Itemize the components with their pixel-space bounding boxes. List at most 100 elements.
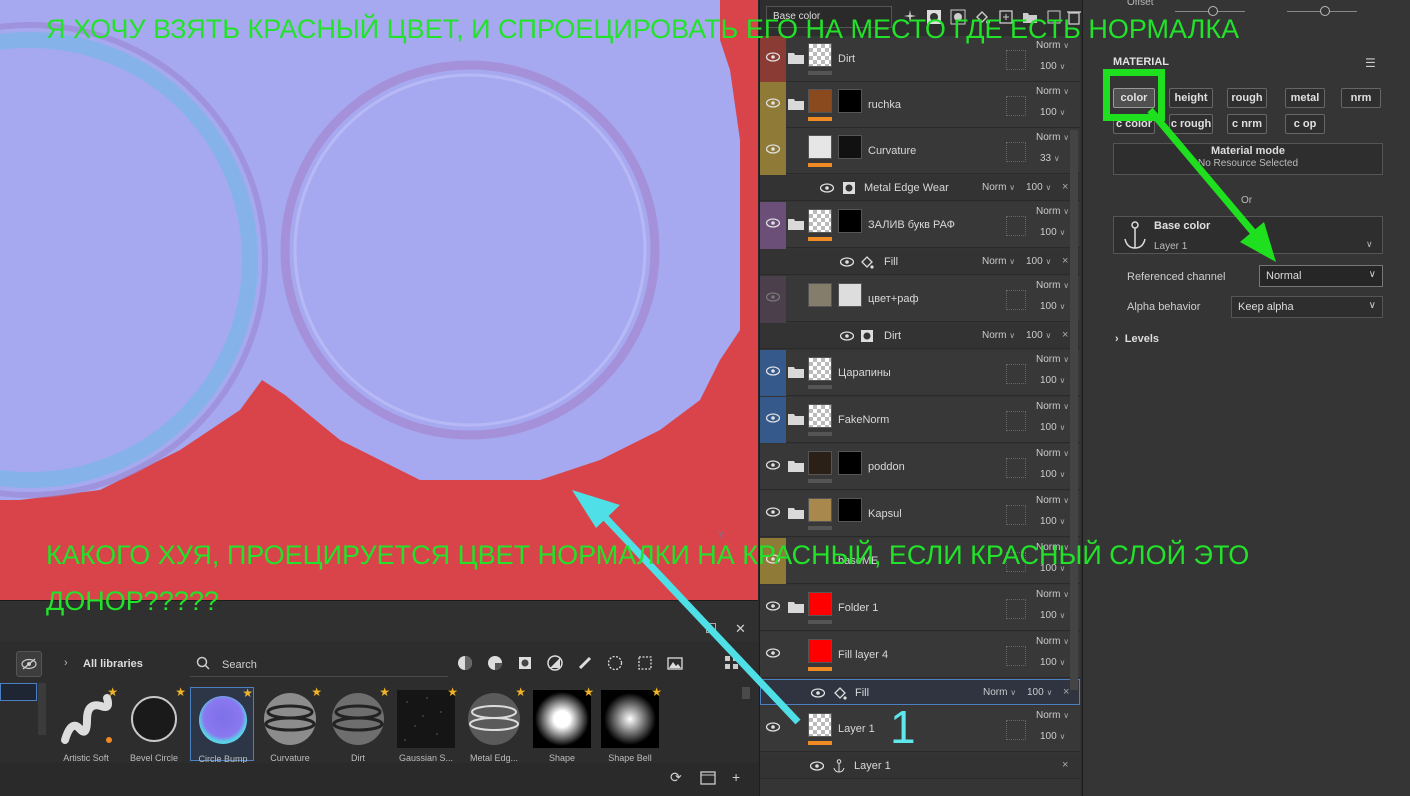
folder-icon[interactable] <box>788 460 804 472</box>
mask-slot[interactable] <box>1006 599 1026 619</box>
mask-slot[interactable] <box>1006 142 1026 162</box>
blend-mode[interactable]: Norm ∨ <box>983 687 1016 698</box>
3d-viewport[interactable]: Y <box>0 0 758 600</box>
effect-row[interactable]: Fill Norm ∨ 100 ∨ × <box>760 249 1080 275</box>
blend-mode[interactable]: Norm ∨ <box>982 182 1015 193</box>
eye-icon[interactable] <box>765 722 781 732</box>
layer-opacity[interactable]: 100 ∨ <box>1040 610 1065 621</box>
eye-icon[interactable] <box>809 761 825 771</box>
resource-thumbnail[interactable]: ★ Bevel Circle <box>122 685 186 763</box>
layer-row[interactable]: FakeNorm Norm ∨ 100 ∨ <box>760 397 1080 443</box>
resource-thumbnail[interactable]: ★ Shape <box>530 685 594 763</box>
eye-icon[interactable] <box>810 688 826 698</box>
layer-name[interactable]: цвет+раф <box>868 293 919 305</box>
layer-row[interactable]: Kapsul Norm ∨ 100 ∨ <box>760 491 1080 537</box>
layer-opacity[interactable]: 100 ∨ <box>1040 375 1065 386</box>
effect-name[interactable]: Fill <box>884 256 898 268</box>
material-filter-icon[interactable] <box>457 655 473 671</box>
smart-material-filter-icon[interactable] <box>487 655 503 671</box>
resource-thumbnail[interactable]: ★ Gaussian S... <box>394 685 458 763</box>
close-icon[interactable]: × <box>1062 255 1068 267</box>
layer-opacity[interactable]: 100 ∨ <box>1040 469 1065 480</box>
eye-icon[interactable] <box>765 218 781 228</box>
layer-opacity[interactable]: 100 ∨ <box>1040 227 1065 238</box>
blend-mode[interactable]: Norm ∨ <box>1036 589 1069 600</box>
referenced-channel-dropdown[interactable]: Normal ∨ <box>1259 265 1383 287</box>
effect-opacity[interactable]: 100 ∨ <box>1026 256 1051 267</box>
resource-thumbnail[interactable]: ★ Dirt <box>326 685 390 763</box>
layer-name[interactable]: poddon <box>868 461 905 473</box>
layer-name[interactable]: Kapsul <box>868 508 902 520</box>
resource-thumbnail[interactable]: ★ Curvature <box>258 685 322 763</box>
blend-mode[interactable]: Norm ∨ <box>1036 636 1069 647</box>
eye-icon[interactable] <box>839 257 855 267</box>
effect-row[interactable]: Metal Edge Wear Norm ∨ 100 ∨ × <box>760 175 1080 201</box>
smart-mask-filter-icon[interactable] <box>517 655 533 671</box>
texture-filter-icon[interactable] <box>637 655 653 671</box>
folder-icon[interactable] <box>788 98 804 110</box>
mask-slot[interactable] <box>1006 646 1026 666</box>
layer-opacity[interactable]: 100 ∨ <box>1040 61 1065 72</box>
eye-icon[interactable] <box>765 601 781 611</box>
eye-icon[interactable] <box>765 144 781 154</box>
eye-icon[interactable] <box>765 52 781 62</box>
eye-icon[interactable] <box>839 331 855 341</box>
eye-icon[interactable] <box>765 366 781 376</box>
folder-icon[interactable] <box>788 601 804 613</box>
layer-name[interactable]: Folder 1 <box>838 602 878 614</box>
chevron-down-icon[interactable]: ∨ <box>1366 239 1373 250</box>
close-icon[interactable]: × <box>1062 759 1068 771</box>
alpha-behavior-dropdown[interactable]: Keep alpha ∨ <box>1231 296 1383 318</box>
mask-slot[interactable] <box>1006 290 1026 310</box>
mask-slot[interactable] <box>1006 50 1026 70</box>
mask-slot[interactable] <box>1006 458 1026 478</box>
folder-icon[interactable] <box>788 218 804 230</box>
effect-opacity[interactable]: 100 ∨ <box>1026 182 1051 193</box>
effect-row[interactable]: Fill Norm ∨ 100 ∨ × <box>760 679 1080 705</box>
layer-name[interactable]: Fill layer 4 <box>838 649 888 661</box>
blend-mode[interactable]: Norm ∨ <box>1036 354 1069 365</box>
layer-row[interactable]: poddon Norm ∨ 100 ∨ <box>760 444 1080 490</box>
grid-view-icon[interactable] <box>725 656 739 670</box>
category-scrollbar[interactable] <box>38 683 46 735</box>
blend-mode[interactable]: Norm ∨ <box>1036 495 1069 506</box>
layer-name[interactable]: ЗАЛИВ букв РАФ <box>868 219 955 231</box>
channel-metal-button[interactable]: metal <box>1285 88 1325 108</box>
layer-name[interactable]: Layer 1 <box>838 723 875 735</box>
layer-opacity[interactable]: 100 ∨ <box>1040 516 1065 527</box>
layer-row[interactable]: Царапины Norm ∨ 100 ∨ <box>760 350 1080 396</box>
layer-name[interactable]: Dirt <box>838 53 855 65</box>
blend-mode[interactable]: Norm ∨ <box>1036 86 1069 97</box>
folder-icon[interactable] <box>788 507 804 519</box>
environment-filter-icon[interactable] <box>667 655 683 671</box>
effect-row[interactable]: Layer 1 × <box>760 753 1080 779</box>
layer-row[interactable]: ЗАЛИВ букв РАФ Norm ∨ 100 ∨ <box>760 202 1080 272</box>
mask-slot[interactable] <box>1006 216 1026 236</box>
blend-mode[interactable]: Norm ∨ <box>982 256 1015 267</box>
close-icon[interactable]: ✕ <box>735 621 746 637</box>
layers-scrollbar[interactable] <box>1070 130 1078 690</box>
resource-thumbnail[interactable]: ★ Artistic Soft <box>54 685 118 763</box>
offset-slider-handle-2[interactable] <box>1320 6 1330 16</box>
effect-name[interactable]: Layer 1 <box>854 760 891 772</box>
layer-name[interactable]: ruchka <box>868 99 901 111</box>
effect-name[interactable]: Metal Edge Wear <box>864 182 949 194</box>
layer-row[interactable]: ruchka Norm ∨ 100 ∨ <box>760 82 1080 128</box>
shelf-scrollbar[interactable] <box>742 687 750 699</box>
folder-icon[interactable] <box>788 413 804 425</box>
eye-icon[interactable] <box>765 292 781 302</box>
eye-icon[interactable] <box>819 183 835 193</box>
channel-nrm-button[interactable]: nrm <box>1341 88 1381 108</box>
blend-mode[interactable]: Norm ∨ <box>1036 401 1069 412</box>
layer-row[interactable]: Curvature Norm ∨ 33 ∨ <box>760 128 1080 198</box>
layer-opacity[interactable]: 100 ∨ <box>1040 107 1065 118</box>
library-title[interactable]: All libraries <box>83 658 143 670</box>
close-icon[interactable]: × <box>1063 686 1069 698</box>
search-input[interactable]: Search <box>190 651 448 677</box>
brush-filter-icon[interactable] <box>577 655 593 671</box>
material-mode-box[interactable]: Material mode No Resource Selected <box>1113 143 1383 175</box>
mask-slot[interactable] <box>1006 720 1026 740</box>
add-icon[interactable]: + <box>732 769 748 785</box>
chevron-right-icon[interactable]: › <box>64 657 68 669</box>
close-icon[interactable]: × <box>1062 181 1068 193</box>
